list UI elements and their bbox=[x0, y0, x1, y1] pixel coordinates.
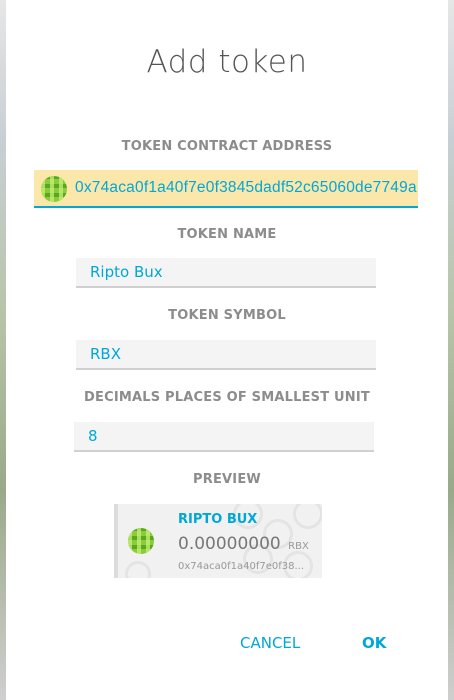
preview-amount-value: 0.00000000 bbox=[178, 534, 281, 554]
preview-unit: RBX bbox=[288, 541, 309, 552]
decimals-field[interactable]: 8 bbox=[74, 422, 374, 452]
background-edge-right bbox=[448, 0, 454, 700]
preview-address: 0x74aca0f1a40f7e0f38... bbox=[178, 561, 305, 572]
address-field[interactable]: 0x74aca0f1a40f7e0f3845dadf52c65060de7749… bbox=[34, 170, 418, 208]
token-name-field[interactable]: Ripto Bux bbox=[76, 258, 376, 288]
address-label: TOKEN CONTRACT ADDRESS bbox=[121, 139, 333, 154]
identicon-icon bbox=[41, 176, 67, 202]
token-symbol-value[interactable]: RBX bbox=[90, 345, 121, 363]
preview-balance: 0.00000000 RBX bbox=[178, 534, 309, 554]
token-symbol-field[interactable]: RBX bbox=[76, 340, 376, 370]
decimals-value[interactable]: 8 bbox=[88, 427, 98, 445]
dialog-title: Add token bbox=[146, 44, 308, 80]
address-input-value[interactable]: 0x74aca0f1a40f7e0f3845dadf52c65060de7749… bbox=[75, 179, 417, 197]
decimals-label: DECIMALS PLACES OF SMALLEST UNIT bbox=[84, 390, 370, 405]
preview-label: PREVIEW bbox=[193, 472, 261, 487]
name-label: TOKEN NAME bbox=[177, 227, 277, 242]
identicon-icon bbox=[128, 528, 154, 554]
symbol-label: TOKEN SYMBOL bbox=[168, 308, 286, 323]
cancel-button[interactable]: CANCEL bbox=[240, 634, 300, 652]
ok-button[interactable]: OK bbox=[362, 634, 386, 652]
preview-token-name: RIPTO BUX bbox=[178, 512, 258, 527]
add-token-dialog: Add token TOKEN CONTRACT ADDRESS 0x74aca… bbox=[6, 0, 448, 700]
token-preview-card: RIPTO BUX 0.00000000 RBX 0x74aca0f1a40f7… bbox=[114, 504, 322, 578]
token-name-value[interactable]: Ripto Bux bbox=[90, 263, 163, 281]
